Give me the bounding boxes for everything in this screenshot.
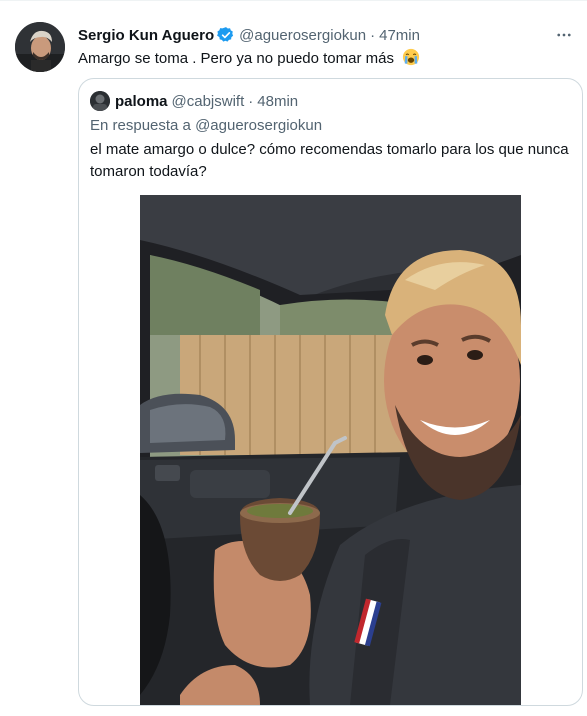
separator-dot: · [370, 26, 376, 44]
loudly-crying-face-icon [402, 48, 420, 66]
reply-mention-link[interactable]: @aguerosergiokun [195, 117, 322, 134]
quoted-author-avatar[interactable] [90, 91, 110, 111]
separator-dot: · [248, 93, 254, 110]
tweet[interactable]: Sergio Kun Aguero @aguerosergiokun · 47m… [0, 0, 587, 716]
more-options-icon[interactable] [553, 24, 575, 46]
reply-context: En respuesta a @aguerosergiokun [90, 117, 322, 134]
author-avatar[interactable] [15, 22, 65, 72]
tweet-body: Amargo se toma . Pero ya no puedo tomar … [78, 50, 394, 67]
quoted-author-handle[interactable]: @cabjswift [172, 93, 245, 110]
reply-prefix: En respuesta a [90, 117, 191, 134]
verified-badge-icon [217, 26, 235, 44]
quoted-time[interactable]: 48min [257, 93, 298, 110]
tweet-text: Amargo se toma . Pero ya no puedo tomar … [78, 48, 420, 69]
quoted-header: paloma @cabjswift · 48min [115, 92, 298, 111]
quoted-author-name[interactable]: paloma [115, 93, 168, 110]
quoted-tweet[interactable]: paloma @cabjswift · 48min En respuesta a… [78, 78, 583, 706]
author-name[interactable]: Sergio Kun Aguero [78, 27, 214, 44]
tweet-header: Sergio Kun Aguero @aguerosergiokun · 47m… [78, 25, 420, 45]
quoted-text: el mate amargo o dulce? cómo recomendas … [90, 141, 569, 180]
quoted-photo[interactable] [140, 195, 521, 705]
tweet-time[interactable]: 47min [379, 27, 420, 44]
author-handle[interactable]: @aguerosergiokun [239, 27, 366, 44]
